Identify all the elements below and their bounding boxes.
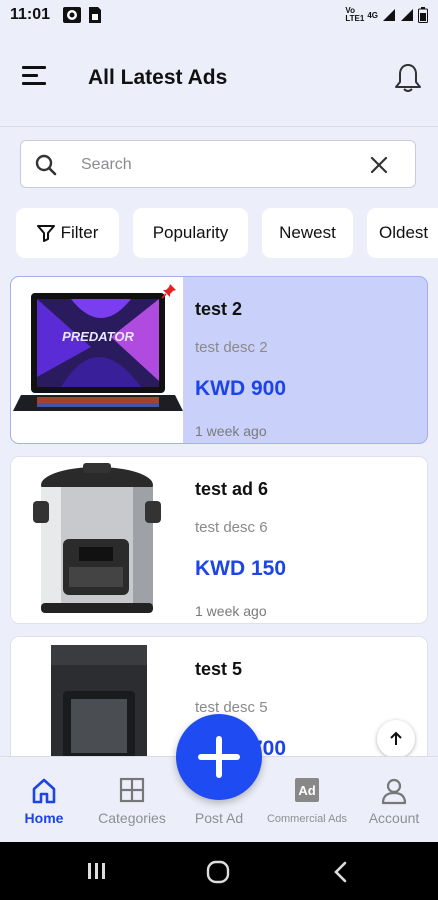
bell-icon[interactable] [392, 62, 424, 94]
nav-commercial-ads[interactable]: Ad Commercial Ads [263, 757, 351, 843]
signal-icon-2 [401, 9, 413, 21]
nav-home[interactable]: Home [0, 757, 88, 843]
svg-text:Ad: Ad [298, 783, 315, 798]
ad-image-pressure-cooker [11, 457, 183, 623]
ad-description: test desc 6 [195, 519, 268, 536]
sort-oldest-chip[interactable]: Oldest [367, 208, 438, 258]
svg-text:PREDATOR: PREDATOR [62, 329, 134, 344]
ad-posted-time: 1 week ago [195, 423, 267, 439]
back-icon[interactable] [332, 861, 348, 883]
status-time: 11:01 [10, 6, 51, 23]
signal-label: 4G [367, 10, 378, 20]
ad-price: KWD 900 [195, 377, 287, 400]
plus-icon [198, 736, 240, 778]
circle-notification-icon [63, 7, 81, 23]
sim-notification-icon [89, 7, 101, 23]
ad-card[interactable]: test ad 6 test desc 6 KWD 150 1 week ago [10, 456, 428, 624]
home-circle-icon[interactable] [206, 860, 230, 884]
search-input[interactable] [79, 151, 363, 179]
pin-icon [161, 284, 176, 299]
ad-icon: Ad [295, 778, 319, 802]
nav-categories[interactable]: Categories [88, 757, 176, 843]
post-ad-fab[interactable] [176, 714, 262, 800]
scroll-to-top-button[interactable] [377, 720, 415, 758]
status-bar: 11:01 Vo LTE1 4G [0, 0, 438, 30]
signal-icon [383, 9, 395, 21]
menu-icon[interactable] [22, 64, 48, 86]
ad-image-laptop: PREDATOR [11, 277, 183, 443]
app-bar: All Latest Ads [0, 30, 438, 127]
filter-button[interactable]: Filter [16, 208, 119, 258]
ad-posted-time: 1 week ago [195, 603, 267, 619]
ad-title: test 5 [195, 659, 243, 679]
page-title: All Latest Ads [88, 66, 228, 89]
grid-icon [119, 777, 145, 803]
ad-title: test 2 [195, 299, 243, 319]
network-label: Vo LTE1 [345, 6, 365, 23]
sort-newest-chip[interactable]: Newest [262, 208, 353, 258]
filter-icon [36, 225, 55, 242]
system-navigation-bar [0, 842, 438, 900]
home-icon [32, 778, 56, 804]
filter-label: Filter [60, 223, 99, 242]
recent-apps-icon[interactable] [86, 862, 108, 880]
arrow-up-icon [390, 731, 402, 745]
ad-description: test desc 2 [195, 339, 268, 356]
ad-card[interactable]: PREDATOR test 2 test desc 2 KWD 900 1 we… [10, 276, 428, 444]
close-icon[interactable] [369, 155, 389, 175]
search-icon [35, 154, 57, 176]
search-box [20, 140, 416, 188]
nav-account[interactable]: Account [350, 757, 438, 843]
filter-chips: Filter Popularity Newest Oldest [0, 208, 438, 258]
ad-title: test ad 6 [195, 479, 269, 499]
battery-icon [418, 7, 428, 23]
user-icon [381, 778, 407, 805]
ad-price: KWD 150 [195, 557, 287, 580]
sort-popularity-chip[interactable]: Popularity [133, 208, 248, 258]
